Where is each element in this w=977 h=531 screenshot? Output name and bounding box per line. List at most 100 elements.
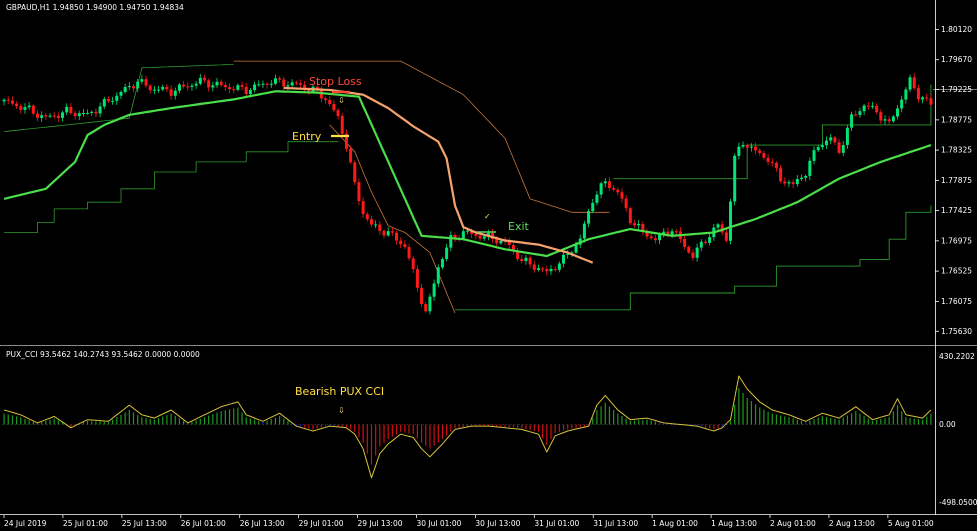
- candle-body: [424, 303, 428, 312]
- candle: [758, 147, 762, 156]
- candle-body: [637, 224, 641, 226]
- candle-body: [353, 162, 357, 183]
- candle: [140, 75, 144, 85]
- candle-body: [787, 182, 791, 184]
- candle: [111, 96, 115, 105]
- candle: [883, 115, 887, 125]
- candle-body: [754, 146, 758, 151]
- candle-body: [10, 100, 14, 104]
- candle-body: [536, 268, 540, 270]
- candle-body: [94, 111, 98, 114]
- indicator-axis-label: 430.2202: [939, 352, 975, 361]
- candle: [27, 102, 31, 110]
- candle: [875, 103, 879, 115]
- lower-band-orange: [329, 124, 456, 314]
- candle-body: [286, 85, 290, 87]
- candle: [595, 191, 599, 206]
- candle-body: [478, 235, 482, 239]
- price-label: 1.78775: [941, 115, 972, 124]
- candle-body: [294, 82, 298, 84]
- price-label: 1.77875: [941, 176, 972, 185]
- candle: [411, 256, 415, 273]
- candle-body: [81, 113, 85, 115]
- candle-body: [169, 89, 173, 96]
- candle: [879, 109, 883, 125]
- candle: [587, 208, 591, 228]
- candle-body: [40, 115, 44, 118]
- candle-body: [395, 232, 399, 241]
- candle-body: [741, 144, 745, 147]
- candle: [795, 175, 799, 187]
- candle: [912, 73, 916, 91]
- candle-body: [649, 236, 653, 239]
- candle: [399, 237, 403, 248]
- candle-body: [691, 252, 695, 258]
- candle: [223, 82, 227, 91]
- candle: [86, 109, 90, 115]
- candle-body: [436, 267, 440, 284]
- candle: [52, 111, 56, 119]
- candle: [123, 83, 127, 94]
- candle: [908, 74, 912, 93]
- time-axis: 24 Jul 2019 25 Jul 01:00 25 Jul 13:00 26 Ju…: [3, 515, 934, 528]
- candle: [56, 112, 60, 122]
- candle-body: [762, 153, 766, 158]
- candle-body: [699, 241, 703, 248]
- candle: [562, 250, 566, 268]
- candle: [102, 96, 106, 110]
- candle: [858, 107, 862, 118]
- candle-body: [799, 177, 803, 180]
- chart-window[interactable]: GBPAUD,H1 1.94850 1.94900 1.94750 1.9483…: [0, 0, 977, 531]
- pux-cci-indicator-window[interactable]: 430.2202 0.00 -498.0500 Bearish PUX CCI ⇩: [0, 345, 977, 515]
- candle-body: [257, 84, 261, 86]
- candle-body: [562, 254, 566, 264]
- candle-body: [194, 83, 198, 86]
- candle-body: [69, 106, 73, 114]
- candle-body: [574, 244, 578, 253]
- time-label: 5 Aug 01:00: [888, 519, 934, 528]
- candle-body: [86, 112, 90, 114]
- candle-body: [541, 268, 545, 270]
- candle: [257, 80, 261, 87]
- candle-body: [891, 116, 895, 122]
- candles-group: [2, 73, 933, 315]
- candle-body: [248, 90, 252, 95]
- candle-body: [553, 268, 557, 270]
- candle: [98, 102, 102, 118]
- candle: [386, 227, 390, 237]
- candle: [925, 93, 929, 102]
- candle: [653, 234, 657, 244]
- candle-body: [6, 99, 10, 101]
- candle: [436, 264, 440, 288]
- candle-body: [407, 247, 411, 259]
- candle: [691, 249, 695, 262]
- time-label: 29 Jul 01:00: [299, 519, 344, 528]
- candle-body: [791, 182, 795, 185]
- candle-body: [299, 83, 303, 85]
- candle-body: [378, 224, 382, 231]
- candle-body: [900, 99, 904, 109]
- candle-body: [27, 105, 31, 108]
- candle-body: [599, 183, 603, 195]
- candle: [173, 87, 177, 100]
- candle-body: [779, 168, 783, 182]
- candle: [215, 77, 219, 88]
- candle: [532, 260, 536, 273]
- candle: [390, 227, 394, 236]
- time-label: 25 Jul 13:00: [122, 519, 167, 528]
- candle: [850, 111, 854, 132]
- time-label: 26 Jul 13:00: [240, 519, 285, 528]
- candle: [198, 73, 202, 86]
- candle: [820, 142, 824, 150]
- candle-body: [587, 211, 591, 224]
- candle-body: [866, 105, 870, 107]
- candle: [683, 235, 687, 250]
- candle: [44, 112, 48, 120]
- main-price-chart[interactable]: 1.801201.796701.792251.787751.783251.778…: [0, 0, 977, 346]
- candle-body: [77, 113, 81, 117]
- candle: [553, 266, 557, 272]
- candle-body: [173, 90, 177, 96]
- candle-body: [127, 86, 131, 88]
- candle: [804, 174, 808, 182]
- candle-body: [290, 82, 294, 86]
